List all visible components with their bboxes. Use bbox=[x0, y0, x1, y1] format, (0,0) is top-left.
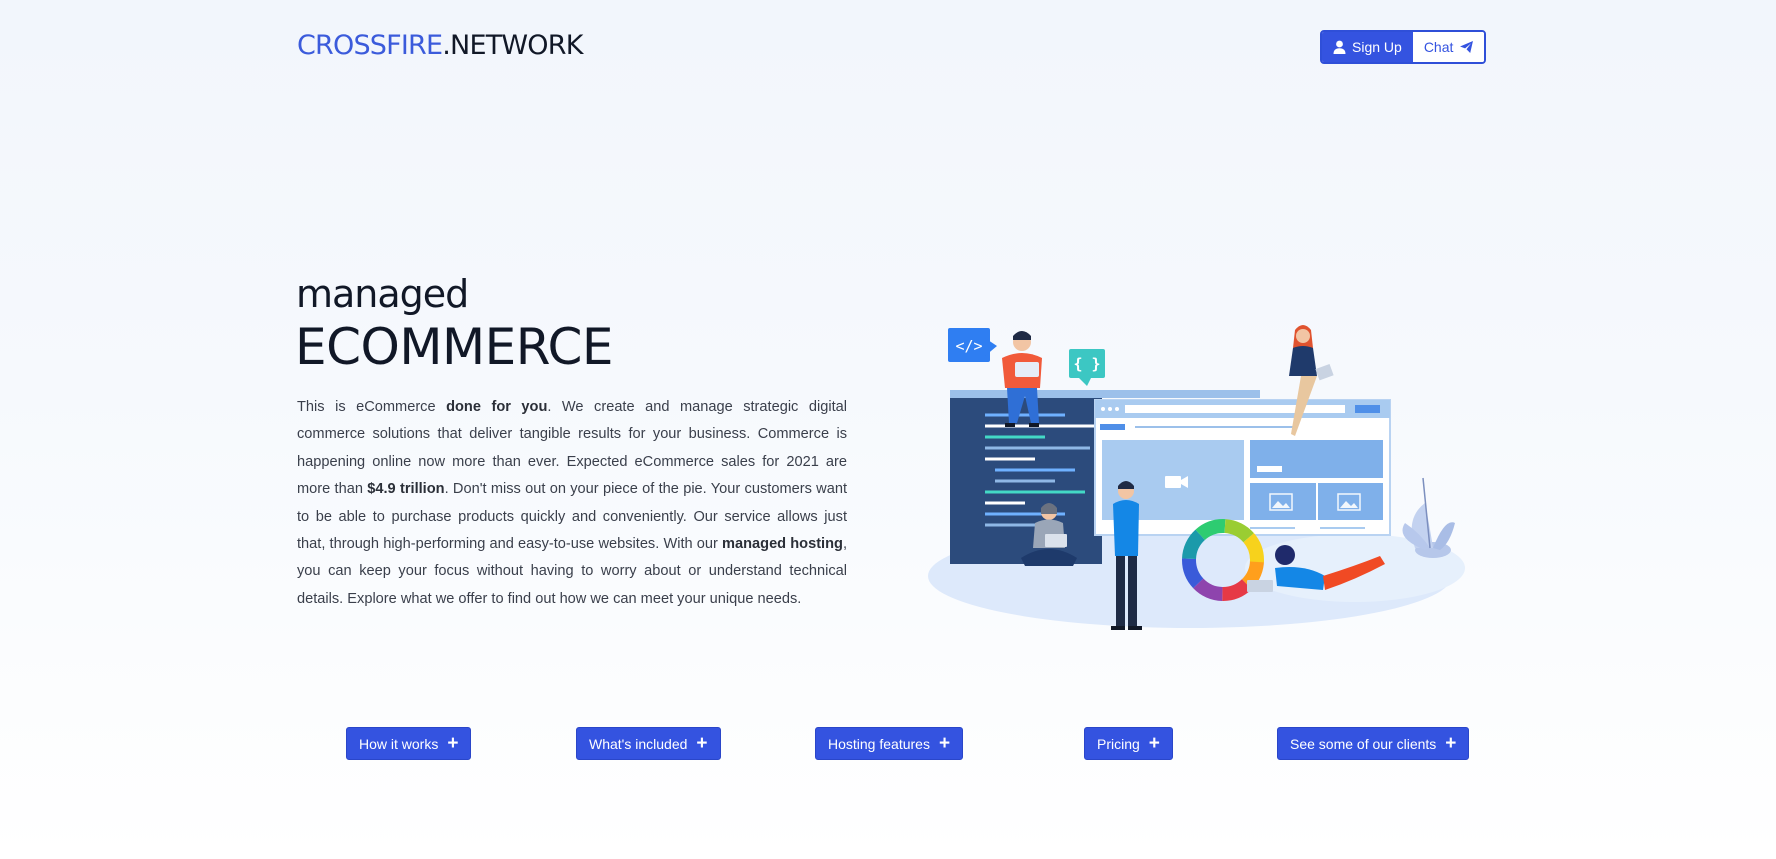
user-icon bbox=[1333, 40, 1346, 54]
paper-plane-icon bbox=[1460, 41, 1474, 53]
header-actions: Sign Up Chat bbox=[1320, 30, 1487, 64]
plus-icon: + bbox=[1445, 733, 1457, 754]
plus-icon: + bbox=[938, 733, 951, 754]
sign-up-label: Sign Up bbox=[1352, 39, 1402, 55]
logo-brand: CROSSFIRE bbox=[297, 30, 443, 61]
whats-included-button[interactable]: What's included + bbox=[576, 727, 721, 760]
whats-included-label: What's included bbox=[589, 735, 688, 752]
hosting-features-button[interactable]: Hosting features + bbox=[815, 727, 964, 760]
intro-highlight: $4.9 trillion bbox=[367, 481, 445, 498]
plus-icon: + bbox=[696, 733, 708, 754]
site-logo[interactable]: CROSSFIRE.NETWORK bbox=[297, 30, 583, 61]
braces-bubble: { } bbox=[1069, 349, 1105, 386]
how-it-works-button[interactable]: How it works + bbox=[346, 727, 472, 760]
code-tag-label: </> bbox=[955, 337, 982, 355]
hero-title: ECOMMERCE bbox=[295, 318, 614, 376]
intro-paragraph: This is eCommerce done for you. We creat… bbox=[297, 394, 847, 613]
clients-label: See some of our clients bbox=[1290, 735, 1437, 752]
chat-label: Chat bbox=[1423, 39, 1454, 55]
sign-up-button[interactable]: Sign Up bbox=[1322, 32, 1413, 62]
hosting-features-label: Hosting features bbox=[828, 735, 930, 752]
logo-tld: .NETWORK bbox=[442, 30, 583, 61]
clients-button[interactable]: See some of our clients + bbox=[1277, 727, 1470, 760]
plus-icon: + bbox=[447, 733, 459, 754]
braces-label: { } bbox=[1073, 355, 1100, 373]
how-it-works-label: How it works bbox=[359, 735, 439, 752]
code-tag-bubble: </> bbox=[948, 328, 997, 362]
ecommerce-illustration: </> { } bbox=[928, 325, 1465, 630]
hero-subtitle: managed bbox=[296, 272, 469, 316]
intro-highlight: managed hosting bbox=[722, 536, 843, 553]
pricing-label: Pricing bbox=[1097, 735, 1140, 752]
intro-text: This is eCommerce bbox=[297, 399, 447, 415]
intro-highlight: done for you bbox=[446, 399, 548, 415]
chat-button[interactable]: Chat bbox=[1412, 32, 1485, 62]
pricing-button[interactable]: Pricing + bbox=[1084, 727, 1173, 760]
plus-icon: + bbox=[1148, 733, 1160, 754]
